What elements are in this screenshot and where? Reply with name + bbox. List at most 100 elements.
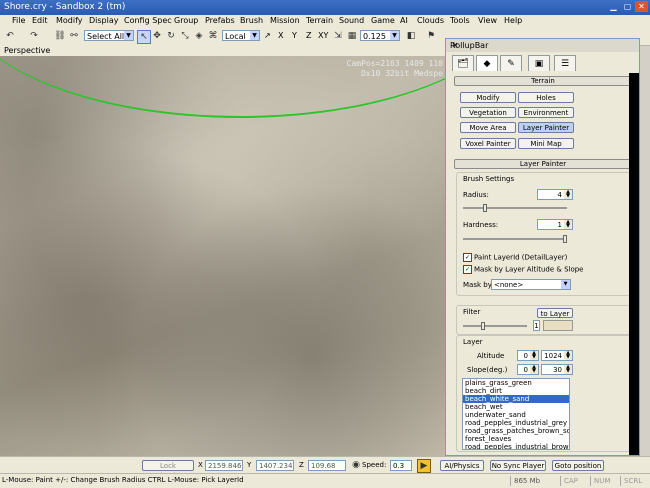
filter-color-swatch[interactable] [543, 320, 573, 331]
stepper-arrows-icon[interactable]: ▲ ▼ [530, 365, 538, 374]
list-item[interactable]: forest_leaves [463, 435, 569, 443]
rollup-scrollbar[interactable] [629, 73, 639, 455]
menu-display[interactable]: Display [89, 16, 119, 25]
snap-object-icon[interactable]: ◈ [193, 30, 205, 42]
list-item[interactable]: road_grass_patches_brown_soil [463, 427, 569, 435]
goto-position-button[interactable]: Goto position [552, 460, 604, 471]
menu-file[interactable]: File [12, 16, 25, 25]
unlink-icon[interactable]: ⚯ [68, 30, 80, 42]
to-layer-button[interactable]: to Layer [537, 308, 573, 318]
holes-button[interactable]: Holes [518, 92, 574, 103]
slider-thumb[interactable] [563, 235, 567, 243]
layer-painter-button[interactable]: Layer Painter [518, 122, 574, 133]
coord-system-combo[interactable]: Local ▼ [222, 30, 260, 41]
scale-icon[interactable]: ⤡ [179, 30, 191, 42]
hardness-slider[interactable] [463, 235, 567, 243]
filter-value-field[interactable]: 1 [533, 320, 540, 331]
link-icon[interactable]: ⛓ [54, 30, 66, 42]
layer-list[interactable]: plains_grass_green beach_dirt beach_whit… [462, 378, 570, 450]
hardness-stepper[interactable]: 1 ▲ ▼ [537, 219, 573, 230]
undo-icon[interactable]: ↶ [4, 30, 16, 42]
mini-map-button[interactable]: Mini Map [518, 138, 574, 149]
align-terrain-icon[interactable]: ⇲ [332, 30, 344, 42]
grid-size-combo[interactable]: 0.125 ▼ [360, 30, 400, 41]
list-item[interactable]: road_pepples_industrial_brown [463, 443, 569, 449]
move-area-button[interactable]: Move Area [460, 122, 516, 133]
angle-snap-icon[interactable]: ◧ [405, 30, 417, 42]
altitude-max-stepper[interactable]: 1024 ▲ ▼ [541, 350, 573, 361]
camera-speed-icon[interactable]: ⚑ [425, 30, 437, 42]
no-sync-player-button[interactable]: No Sync Player [490, 460, 546, 471]
redo-icon[interactable]: ↷ [28, 30, 40, 42]
close-icon[interactable]: ✕ [450, 41, 460, 51]
modify-button[interactable]: Modify [460, 92, 516, 103]
mask-by-combo[interactable]: <none> ▼ [491, 279, 571, 290]
x-position-field[interactable]: 2159.846 [205, 460, 243, 471]
terrain-section-header[interactable]: Terrain [454, 76, 632, 86]
menu-terrain[interactable]: Terrain [306, 16, 333, 25]
radius-slider[interactable] [463, 204, 567, 212]
menu-tools[interactable]: Tools [450, 16, 470, 25]
select-arrow-icon[interactable]: ↖ [137, 30, 151, 44]
environment-button[interactable]: Environment [518, 107, 574, 118]
menu-ai[interactable]: AI [400, 16, 408, 25]
menu-brush[interactable]: Brush [240, 16, 263, 25]
tab-terrain-icon[interactable]: ◆ [476, 55, 498, 71]
ai-physics-button[interactable]: AI/Physics [440, 460, 484, 471]
tab-display-icon[interactable]: ▣ [528, 55, 550, 71]
altitude-min-stepper[interactable]: 0 ▲ ▼ [517, 350, 539, 361]
grid-icon[interactable]: ▦ [346, 30, 358, 42]
stepper-arrows-icon[interactable]: ▲ ▼ [564, 351, 572, 360]
terrain-follow-icon[interactable]: ◉ [350, 459, 362, 471]
slope-max-stepper[interactable]: 30 ▲ ▼ [541, 364, 573, 375]
stepper-arrows-icon[interactable]: ▲ ▼ [530, 351, 538, 360]
filter-slider[interactable] [463, 322, 527, 330]
rotate-icon[interactable]: ↻ [165, 30, 177, 42]
axis-z-button[interactable]: Z [306, 31, 311, 40]
layer-painter-section-header[interactable]: Layer Painter [454, 159, 632, 169]
menu-mission[interactable]: Mission [270, 16, 300, 25]
axis-xy-button[interactable]: XY [318, 31, 328, 40]
speed-field[interactable]: 0.3 [390, 460, 412, 471]
stepper-arrows-icon[interactable]: ▲ ▼ [564, 220, 572, 229]
stepper-arrows-icon[interactable]: ▲ ▼ [564, 365, 572, 374]
z-position-field[interactable]: 109.68 [308, 460, 346, 471]
menu-game[interactable]: Game [371, 16, 395, 25]
minimize-icon[interactable]: ▁ [607, 1, 620, 12]
menu-prefabs[interactable]: Prefabs [205, 16, 235, 25]
menu-help[interactable]: Help [504, 16, 522, 25]
menu-view[interactable]: View [478, 16, 497, 25]
list-item[interactable]: road_pepples_industrial_grey [463, 419, 569, 427]
lock-selection-button[interactable]: Lock Selection [142, 460, 194, 480]
voxel-painter-button[interactable]: Voxel Painter [460, 138, 516, 149]
menu-clouds[interactable]: Clouds [417, 16, 444, 25]
list-item-selected[interactable]: beach_white_sand [463, 395, 569, 403]
menu-sound[interactable]: Sound [339, 16, 364, 25]
tab-modify-icon[interactable]: ✎ [500, 55, 522, 71]
menu-edit[interactable]: Edit [32, 16, 48, 25]
axis-lock-icon[interactable]: ↗ [264, 31, 271, 40]
paint-layerid-checkbox[interactable]: ✓ Paint LayerId (DetailLayer) [463, 253, 567, 262]
mask-altitude-checkbox[interactable]: ✓ Mask by Layer Altitude & Slope [463, 265, 584, 274]
y-position-field[interactable]: 1407.234 [256, 460, 294, 471]
axis-y-button[interactable]: Y [292, 31, 297, 40]
move-icon[interactable]: ✥ [151, 30, 163, 42]
list-item[interactable]: plains_grass_green [463, 379, 569, 387]
list-item[interactable]: underwater_sand [463, 411, 569, 419]
slider-thumb[interactable] [481, 322, 485, 330]
list-item[interactable]: beach_wet [463, 403, 569, 411]
menu-modify[interactable]: Modify [56, 16, 83, 25]
menu-config-spec[interactable]: Config Spec [124, 16, 172, 25]
game-mode-icon[interactable]: ▶ [417, 459, 431, 473]
terrain-snap-icon[interactable]: ⌘ [207, 30, 219, 42]
select-mode-combo[interactable]: Select All ▼ [84, 30, 134, 41]
viewport-label[interactable]: Perspective [4, 46, 50, 55]
radius-stepper[interactable]: 4 ▲ ▼ [537, 189, 573, 200]
tab-layers-icon[interactable]: ☰ [554, 55, 576, 71]
axis-x-button[interactable]: X [278, 31, 283, 40]
maximize-icon[interactable]: ▢ [621, 1, 634, 12]
perspective-viewport[interactable]: CamPos=2163 1409 110 Dx10 32bit Medspe [0, 56, 445, 456]
slope-min-stepper[interactable]: 0 ▲ ▼ [517, 364, 539, 375]
checkmark-icon[interactable]: ✓ [463, 265, 472, 274]
slider-thumb[interactable] [483, 204, 487, 212]
